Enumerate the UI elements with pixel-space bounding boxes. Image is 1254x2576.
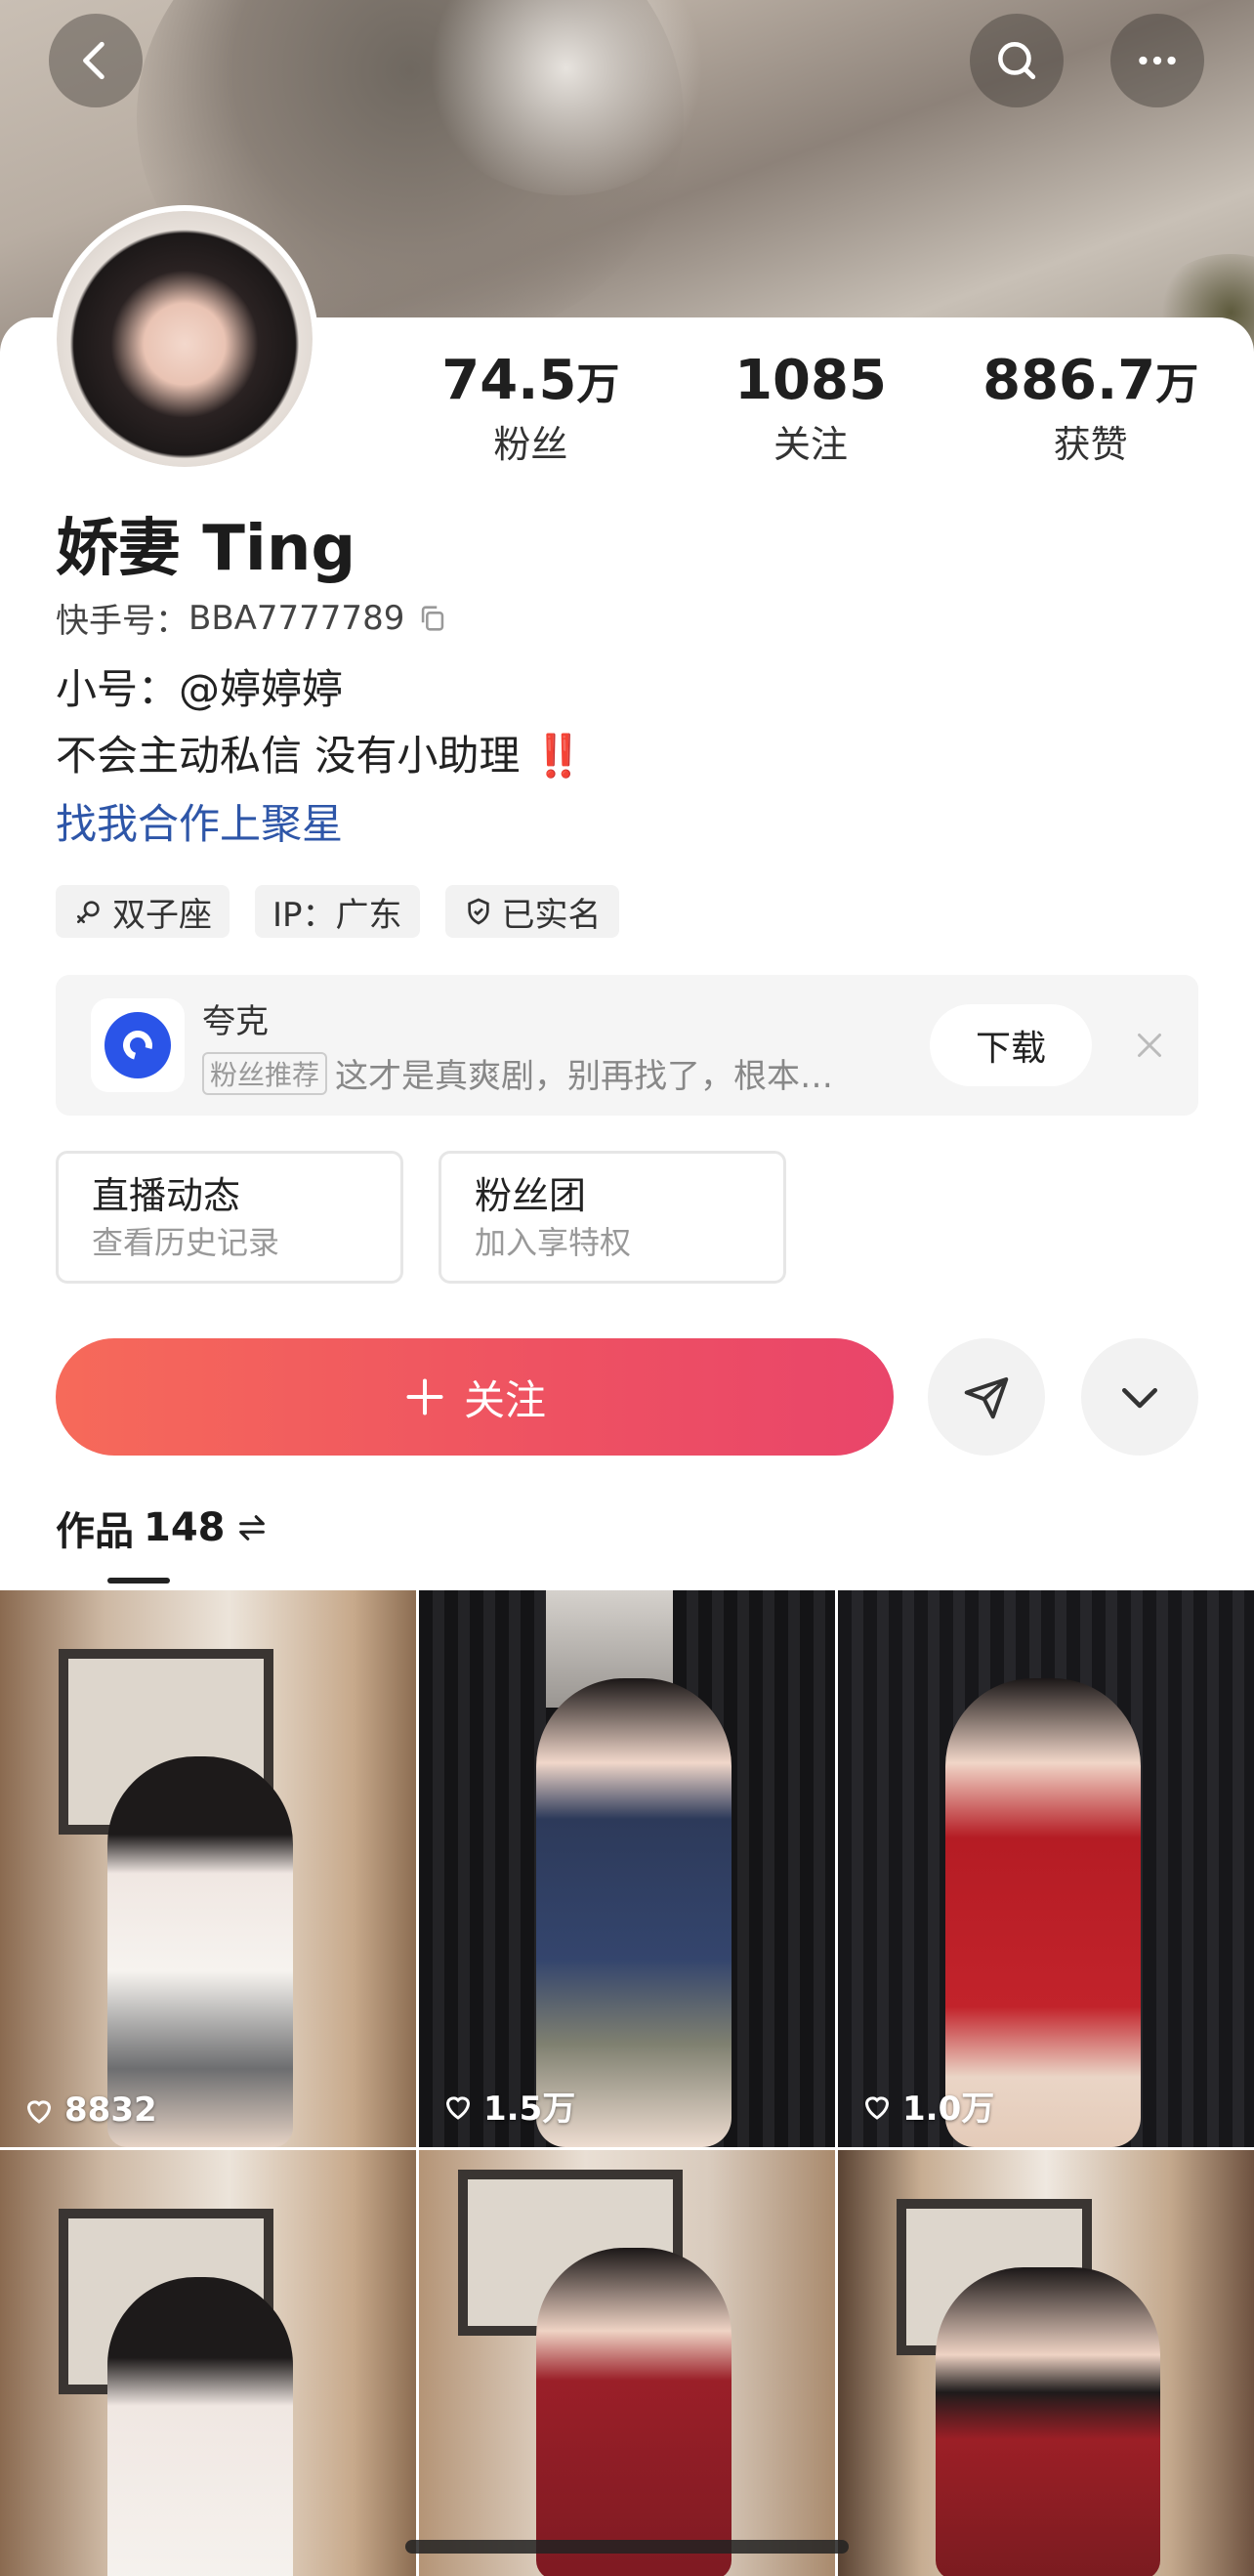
more-dots-icon (1139, 56, 1176, 65)
ad-text: 这才是真爽剧，别再找了，根本… (335, 1057, 834, 1096)
tag-zodiac-label: 双子座 (112, 895, 212, 935)
follow-button[interactable]: 关注 (56, 1338, 894, 1456)
plus-icon (406, 1378, 443, 1415)
ad-download-button[interactable]: 下载 (930, 1004, 1092, 1086)
ad-badge: 粉丝推荐 (202, 1051, 328, 1095)
tag-verified-label: 已实名 (501, 895, 602, 935)
ad-app-name: 夸克 (202, 1002, 269, 1041)
close-icon (1138, 1034, 1161, 1057)
followers-unit: 万 (576, 359, 620, 409)
video-thumb[interactable] (838, 2150, 1254, 2576)
profile-stats: 74.5万 粉丝 1085 关注 886.7万 获赞 (391, 347, 1231, 484)
following-label: 关注 (773, 423, 849, 466)
message-button[interactable] (928, 1338, 1045, 1456)
live-history-title: 直播动态 (92, 1174, 241, 1217)
video-likes-count: 1.5万 (483, 2090, 576, 2129)
following-count: 1085 (734, 349, 887, 412)
works-count: 148 (144, 1505, 226, 1550)
sort-arrows-icon[interactable] (235, 1511, 269, 1544)
copy-icon[interactable] (416, 602, 449, 635)
tab-works[interactable]: 作品 148 (56, 1499, 269, 1556)
followers-count: 74.5 (441, 349, 577, 412)
user-id-value: BBA7777789 (188, 598, 405, 638)
video-thumb[interactable]: 1.0万 (838, 1590, 1254, 2147)
bio-line-1: 小号：@婷婷婷 (56, 665, 344, 713)
send-icon (964, 1376, 1009, 1419)
stat-followers[interactable]: 74.5万 粉丝 (391, 347, 671, 484)
likes-unit: 万 (1155, 359, 1199, 409)
tag-zodiac[interactable]: 双子座 (56, 885, 230, 938)
bio-line-2: 不会主动私信 没有小助理 (56, 732, 521, 780)
search-icon (998, 42, 1036, 80)
likes-label: 获赞 (1053, 423, 1128, 466)
profile-bio: 小号：@婷婷婷 不会主动私信 没有小助理 ‼️ (56, 656, 584, 789)
user-id-label: 快手号： (56, 602, 188, 641)
chevron-left-icon (83, 41, 104, 80)
video-likes-count: 8832 (64, 2090, 157, 2130)
home-indicator[interactable] (405, 2540, 849, 2554)
works-label: 作品 (56, 1509, 134, 1554)
stat-following[interactable]: 1085 关注 (671, 347, 951, 484)
fan-club-subtitle: 加入享特权 (475, 1224, 632, 1261)
ad-close-button[interactable] (1124, 1020, 1175, 1071)
heart-icon (26, 2100, 52, 2124)
tag-ip: IP：广东 (255, 885, 420, 938)
profile-name: 娇妻 Ting (56, 513, 356, 585)
fan-club-title: 粉丝团 (475, 1174, 587, 1217)
quark-app-logo (91, 998, 185, 1092)
video-thumb[interactable] (419, 2150, 835, 2576)
avatar[interactable] (51, 205, 318, 473)
chevron-down-icon (1122, 1388, 1157, 1409)
expand-button[interactable] (1081, 1338, 1198, 1456)
tab-underline (107, 1578, 170, 1584)
fan-club-card[interactable]: 粉丝团 加入享特权 (439, 1151, 786, 1284)
profile-tags: 双子座 IP：广东 已实名 (56, 885, 619, 938)
video-thumb[interactable]: 1.5万 (419, 1590, 835, 2147)
more-button[interactable] (1110, 14, 1204, 107)
live-history-card[interactable]: 直播动态 查看历史记录 (56, 1151, 403, 1284)
video-likes: 1.5万 (440, 2082, 575, 2130)
back-button[interactable] (49, 14, 143, 107)
follow-label: 关注 (463, 1375, 546, 1424)
heart-icon (864, 2095, 890, 2120)
video-thumb[interactable] (0, 2150, 416, 2576)
double-exclamation-icon: ‼️ (532, 732, 585, 780)
user-id-row[interactable]: 快手号： BBA7777789 (56, 594, 449, 642)
collab-link[interactable]: 找我合作上聚星 (56, 791, 343, 851)
heart-icon (445, 2095, 471, 2120)
ad-banner[interactable]: 夸克 粉丝推荐 这才是真爽剧，别再找了，根本… 下载 (56, 975, 1198, 1116)
shield-check-icon (467, 898, 489, 925)
likes-count: 886.7 (982, 349, 1156, 412)
live-history-subtitle: 查看历史记录 (92, 1224, 280, 1261)
video-likes-count: 1.0万 (902, 2090, 995, 2129)
video-likes: 8832 (21, 2090, 157, 2130)
video-likes: 1.0万 (859, 2082, 994, 2130)
stat-likes[interactable]: 886.7万 获赞 (950, 347, 1231, 484)
tag-ip-label: IP：广东 (272, 895, 402, 935)
followers-label: 粉丝 (493, 423, 568, 466)
tag-verified[interactable]: 已实名 (444, 885, 619, 938)
zodiac-icon (77, 901, 100, 923)
video-thumb[interactable]: 8832 (0, 1590, 416, 2147)
ad-description: 粉丝推荐 这才是真爽剧，别再找了，根本… (202, 1049, 915, 1097)
search-button[interactable] (970, 14, 1064, 107)
